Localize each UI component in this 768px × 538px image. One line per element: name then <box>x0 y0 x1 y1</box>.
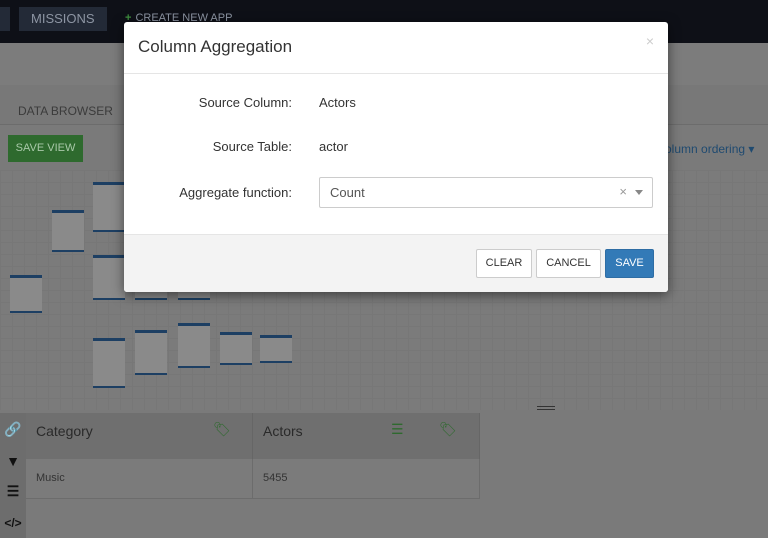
nav-button[interactable] <box>0 7 10 31</box>
save-view-button[interactable]: SAVE VIEW <box>8 135 83 162</box>
schema-entity[interactable] <box>93 182 125 232</box>
resize-handle[interactable] <box>537 406 555 410</box>
schema-entity[interactable] <box>10 275 42 313</box>
schema-entity[interactable] <box>52 210 84 252</box>
schema-entity[interactable] <box>93 338 125 388</box>
dialog-footer: CLEAR CANCEL SAVE <box>124 234 668 292</box>
source-table-label: Source Table: <box>212 139 292 154</box>
tag-icon[interactable]: 🏷 <box>213 421 231 438</box>
clear-button[interactable]: CLEAR <box>476 249 532 278</box>
column-ordering-dropdown[interactable]: olumn ordering ▾ <box>665 142 754 156</box>
aggregate-function-select[interactable]: Count × <box>319 177 653 208</box>
cancel-button[interactable]: CANCEL <box>536 249 601 278</box>
filter-icon[interactable]: ▼ <box>4 453 22 469</box>
table-cell[interactable]: Music <box>26 459 253 499</box>
source-table-value: actor <box>319 139 348 154</box>
data-grid: Category 🏷 Actors ☰ 🏷 Music 5455 <box>26 413 480 500</box>
grid-sidebar: 🔗 ▼ ☰ </> <box>0 413 26 538</box>
save-button[interactable]: SAVE <box>605 249 654 278</box>
chevron-down-icon[interactable] <box>635 190 643 195</box>
column-header-actors[interactable]: Actors ☰ 🏷 <box>253 413 480 459</box>
tag-icon[interactable]: 🏷 <box>439 421 457 438</box>
aggregate-function-label: Aggregate function: <box>179 185 292 200</box>
column-aggregation-dialog: Column Aggregation × Source Column: Acto… <box>124 22 668 292</box>
column-header-category[interactable]: Category 🏷 <box>26 413 253 459</box>
close-icon[interactable]: × <box>646 33 654 49</box>
source-column-value: Actors <box>319 95 356 110</box>
schema-entity[interactable] <box>135 330 167 375</box>
indent-icon[interactable]: ☰ <box>4 483 22 500</box>
link-icon[interactable]: 🔗 <box>4 421 22 438</box>
aggregate-icon[interactable]: ☰ <box>391 421 404 438</box>
missions-button[interactable]: MISSIONS <box>19 7 107 31</box>
clear-selection-icon[interactable]: × <box>619 184 627 199</box>
table-cell[interactable]: 5455 <box>253 459 480 499</box>
schema-entity[interactable] <box>220 332 252 365</box>
source-column-label: Source Column: <box>198 95 292 110</box>
schema-entity[interactable] <box>93 255 125 300</box>
dialog-title: Column Aggregation <box>124 22 668 74</box>
schema-entity[interactable] <box>178 323 210 368</box>
schema-entity[interactable] <box>260 335 292 363</box>
tab-data-browser[interactable]: DATA BROWSER <box>18 104 113 118</box>
column-label: Category <box>36 423 93 439</box>
column-label: Actors <box>263 423 303 439</box>
code-icon[interactable]: </> <box>4 516 22 530</box>
selected-value: Count <box>330 185 365 200</box>
